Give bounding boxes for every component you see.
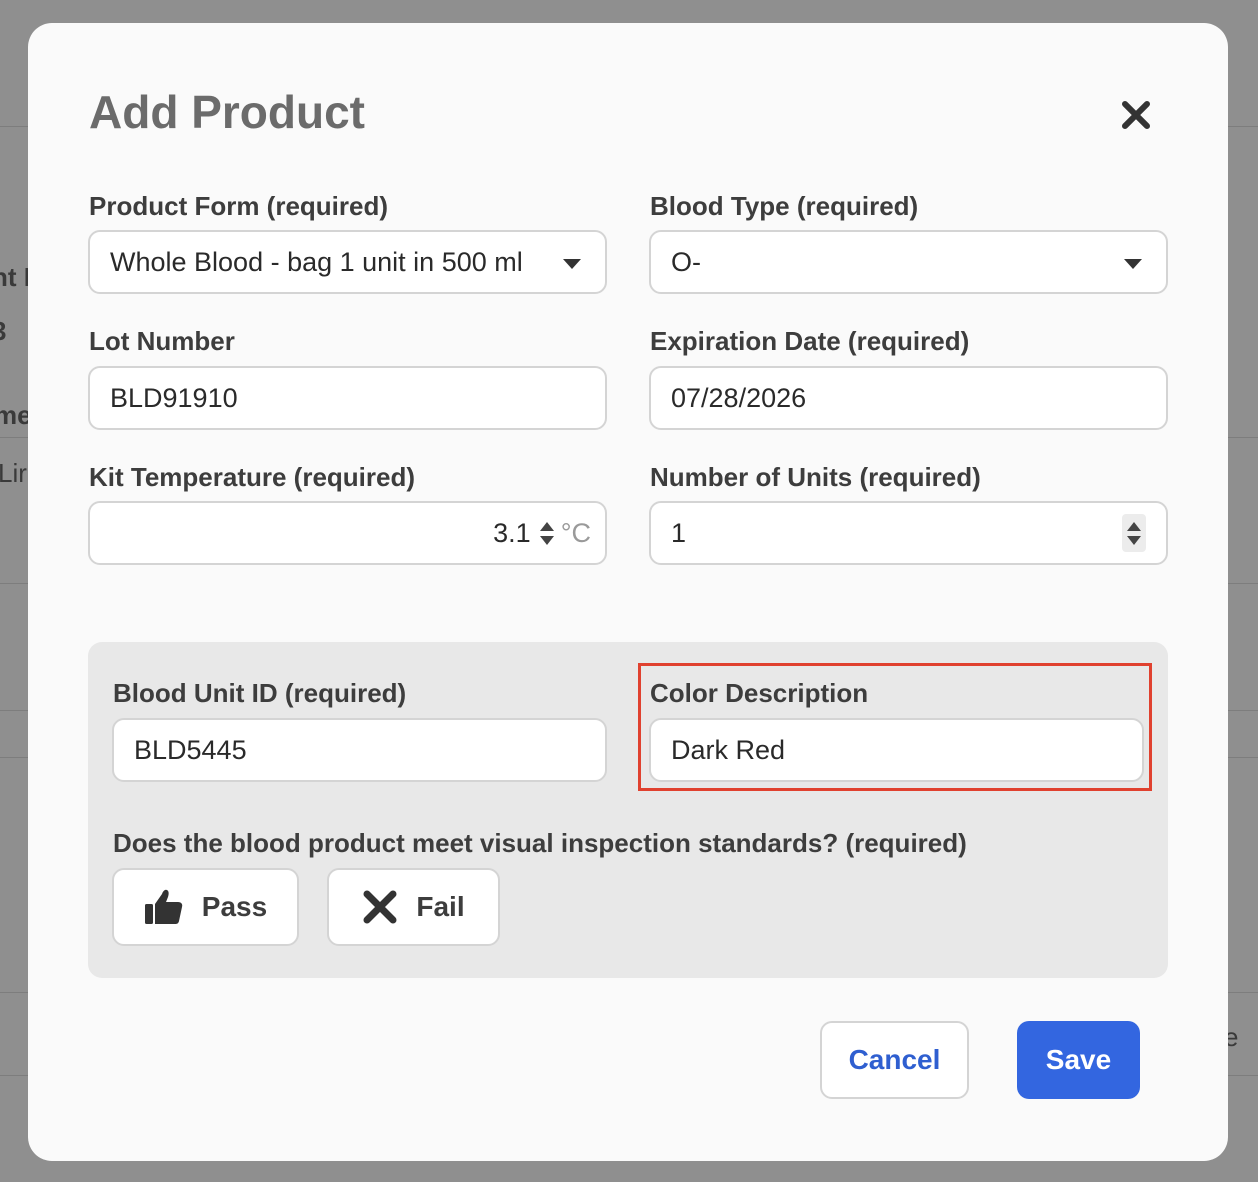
expiration-date-value: 07/28/2026 xyxy=(671,382,807,413)
color-description-label: Color Description xyxy=(650,678,869,708)
bg-fragment: nt I xyxy=(0,262,31,292)
save-button[interactable]: Save xyxy=(1017,1021,1140,1099)
temperature-stepper[interactable] xyxy=(535,514,559,552)
color-description-input[interactable]: Dark Red xyxy=(649,718,1144,782)
lot-number-value: BLD91910 xyxy=(110,382,238,413)
bg-fragment: Lir xyxy=(0,458,27,488)
kit-temperature-label: Kit Temperature (required) xyxy=(89,462,416,492)
product-form-select[interactable]: Whole Blood - bag 1 unit in 500 ml xyxy=(88,230,607,294)
product-form-label: Product Form (required) xyxy=(89,191,389,221)
close-icon xyxy=(1122,101,1150,129)
product-form-value: Whole Blood - bag 1 unit in 500 ml xyxy=(110,246,523,277)
units-stepper[interactable] xyxy=(1122,514,1146,552)
blood-unit-id-label: Blood Unit ID (required) xyxy=(113,678,407,708)
chevron-down-icon xyxy=(563,259,581,269)
expiration-date-input[interactable]: 07/28/2026 xyxy=(649,366,1168,430)
stepper-down-icon xyxy=(539,535,554,545)
cancel-button[interactable]: Cancel xyxy=(820,1021,969,1099)
blood-type-label: Blood Type (required) xyxy=(650,191,919,221)
blood-unit-id-value: BLD5445 xyxy=(134,734,247,765)
kit-temperature-value: 3.1 xyxy=(493,517,531,548)
chevron-down-icon xyxy=(1124,259,1142,269)
number-of-units-label: Number of Units (required) xyxy=(650,462,981,492)
close-button[interactable] xyxy=(1116,95,1156,135)
blood-type-value: O- xyxy=(671,246,701,277)
number-of-units-value: 1 xyxy=(671,517,687,548)
temperature-unit: °C xyxy=(560,517,591,548)
blood-type-select[interactable]: O- xyxy=(649,230,1168,294)
lot-number-input[interactable]: BLD91910 xyxy=(88,366,607,430)
dialog-title: Add Product xyxy=(89,86,365,138)
stepper-up-icon xyxy=(539,521,554,531)
stepper-up-icon xyxy=(1127,521,1141,531)
pass-label: Pass xyxy=(201,891,268,922)
blood-unit-id-input[interactable]: BLD5445 xyxy=(112,718,607,782)
x-icon xyxy=(363,890,397,924)
inspection-question: Does the blood product meet visual inspe… xyxy=(113,828,967,858)
thumbs-up-icon xyxy=(144,889,183,924)
fail-label: Fail xyxy=(416,891,465,922)
number-of-units-input[interactable]: 1 xyxy=(649,501,1168,565)
add-product-dialog: Add Product Product Form (required) Whol… xyxy=(28,23,1228,1161)
pass-button[interactable]: Pass xyxy=(112,868,299,946)
stepper-down-icon xyxy=(1127,535,1141,545)
lot-number-label: Lot Number xyxy=(89,326,235,356)
expiration-date-label: Expiration Date (required) xyxy=(650,326,970,356)
bg-fragment: me xyxy=(0,400,32,430)
bg-fragment: 3 xyxy=(0,316,6,347)
kit-temperature-input[interactable]: 3.1 °C xyxy=(88,501,607,565)
fail-button[interactable]: Fail xyxy=(327,868,500,946)
color-description-value: Dark Red xyxy=(671,734,786,765)
